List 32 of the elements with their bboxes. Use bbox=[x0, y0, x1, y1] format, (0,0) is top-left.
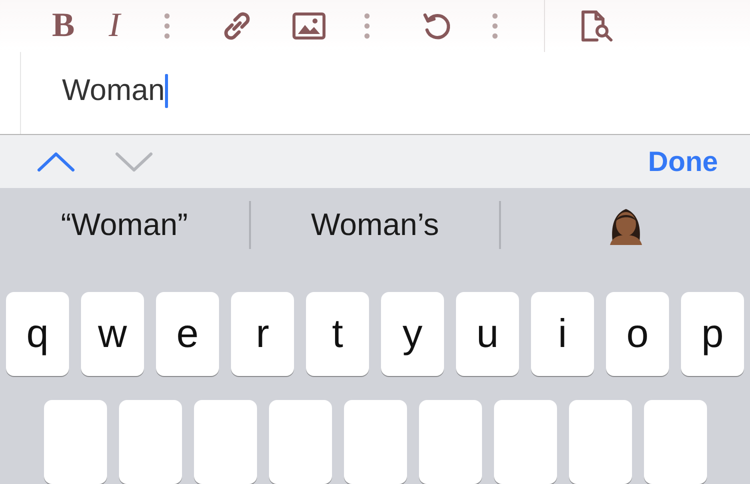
suggestion[interactable]: “Woman” bbox=[0, 188, 249, 262]
letter-key[interactable]: y bbox=[381, 292, 444, 376]
key-top[interactable] bbox=[494, 400, 557, 484]
letter-key[interactable]: e bbox=[156, 292, 219, 376]
more-icon[interactable] bbox=[492, 13, 498, 39]
text-cursor bbox=[164, 74, 168, 108]
suggestion[interactable]: Woman’s bbox=[250, 188, 500, 262]
image-icon[interactable] bbox=[292, 12, 326, 40]
more-icon[interactable] bbox=[364, 13, 370, 39]
letter-key[interactable]: w bbox=[81, 292, 144, 376]
letter-key[interactable]: t bbox=[306, 292, 369, 376]
key-top[interactable] bbox=[44, 400, 107, 484]
letter-key[interactable]: i bbox=[531, 292, 594, 376]
editor-text: Woman bbox=[62, 74, 165, 108]
letter-key[interactable]: o bbox=[606, 292, 669, 376]
more-icon[interactable] bbox=[164, 13, 170, 39]
key-top[interactable] bbox=[344, 400, 407, 484]
key-top[interactable] bbox=[269, 400, 332, 484]
key-top[interactable] bbox=[119, 400, 182, 484]
key-top[interactable] bbox=[644, 400, 707, 484]
letter-key[interactable]: u bbox=[456, 292, 519, 376]
bold-button[interactable]: B bbox=[52, 9, 75, 43]
letter-key[interactable]: q bbox=[6, 292, 69, 376]
done-button[interactable]: Done bbox=[648, 146, 718, 178]
previous-button[interactable] bbox=[36, 150, 76, 173]
preview-icon[interactable] bbox=[579, 9, 616, 43]
letter-key[interactable]: p bbox=[681, 292, 744, 376]
italic-button[interactable]: I bbox=[108, 9, 120, 43]
letter-key[interactable]: r bbox=[231, 292, 294, 376]
key-top[interactable] bbox=[419, 400, 482, 484]
key-top[interactable] bbox=[194, 400, 257, 484]
key-top[interactable] bbox=[569, 400, 632, 484]
